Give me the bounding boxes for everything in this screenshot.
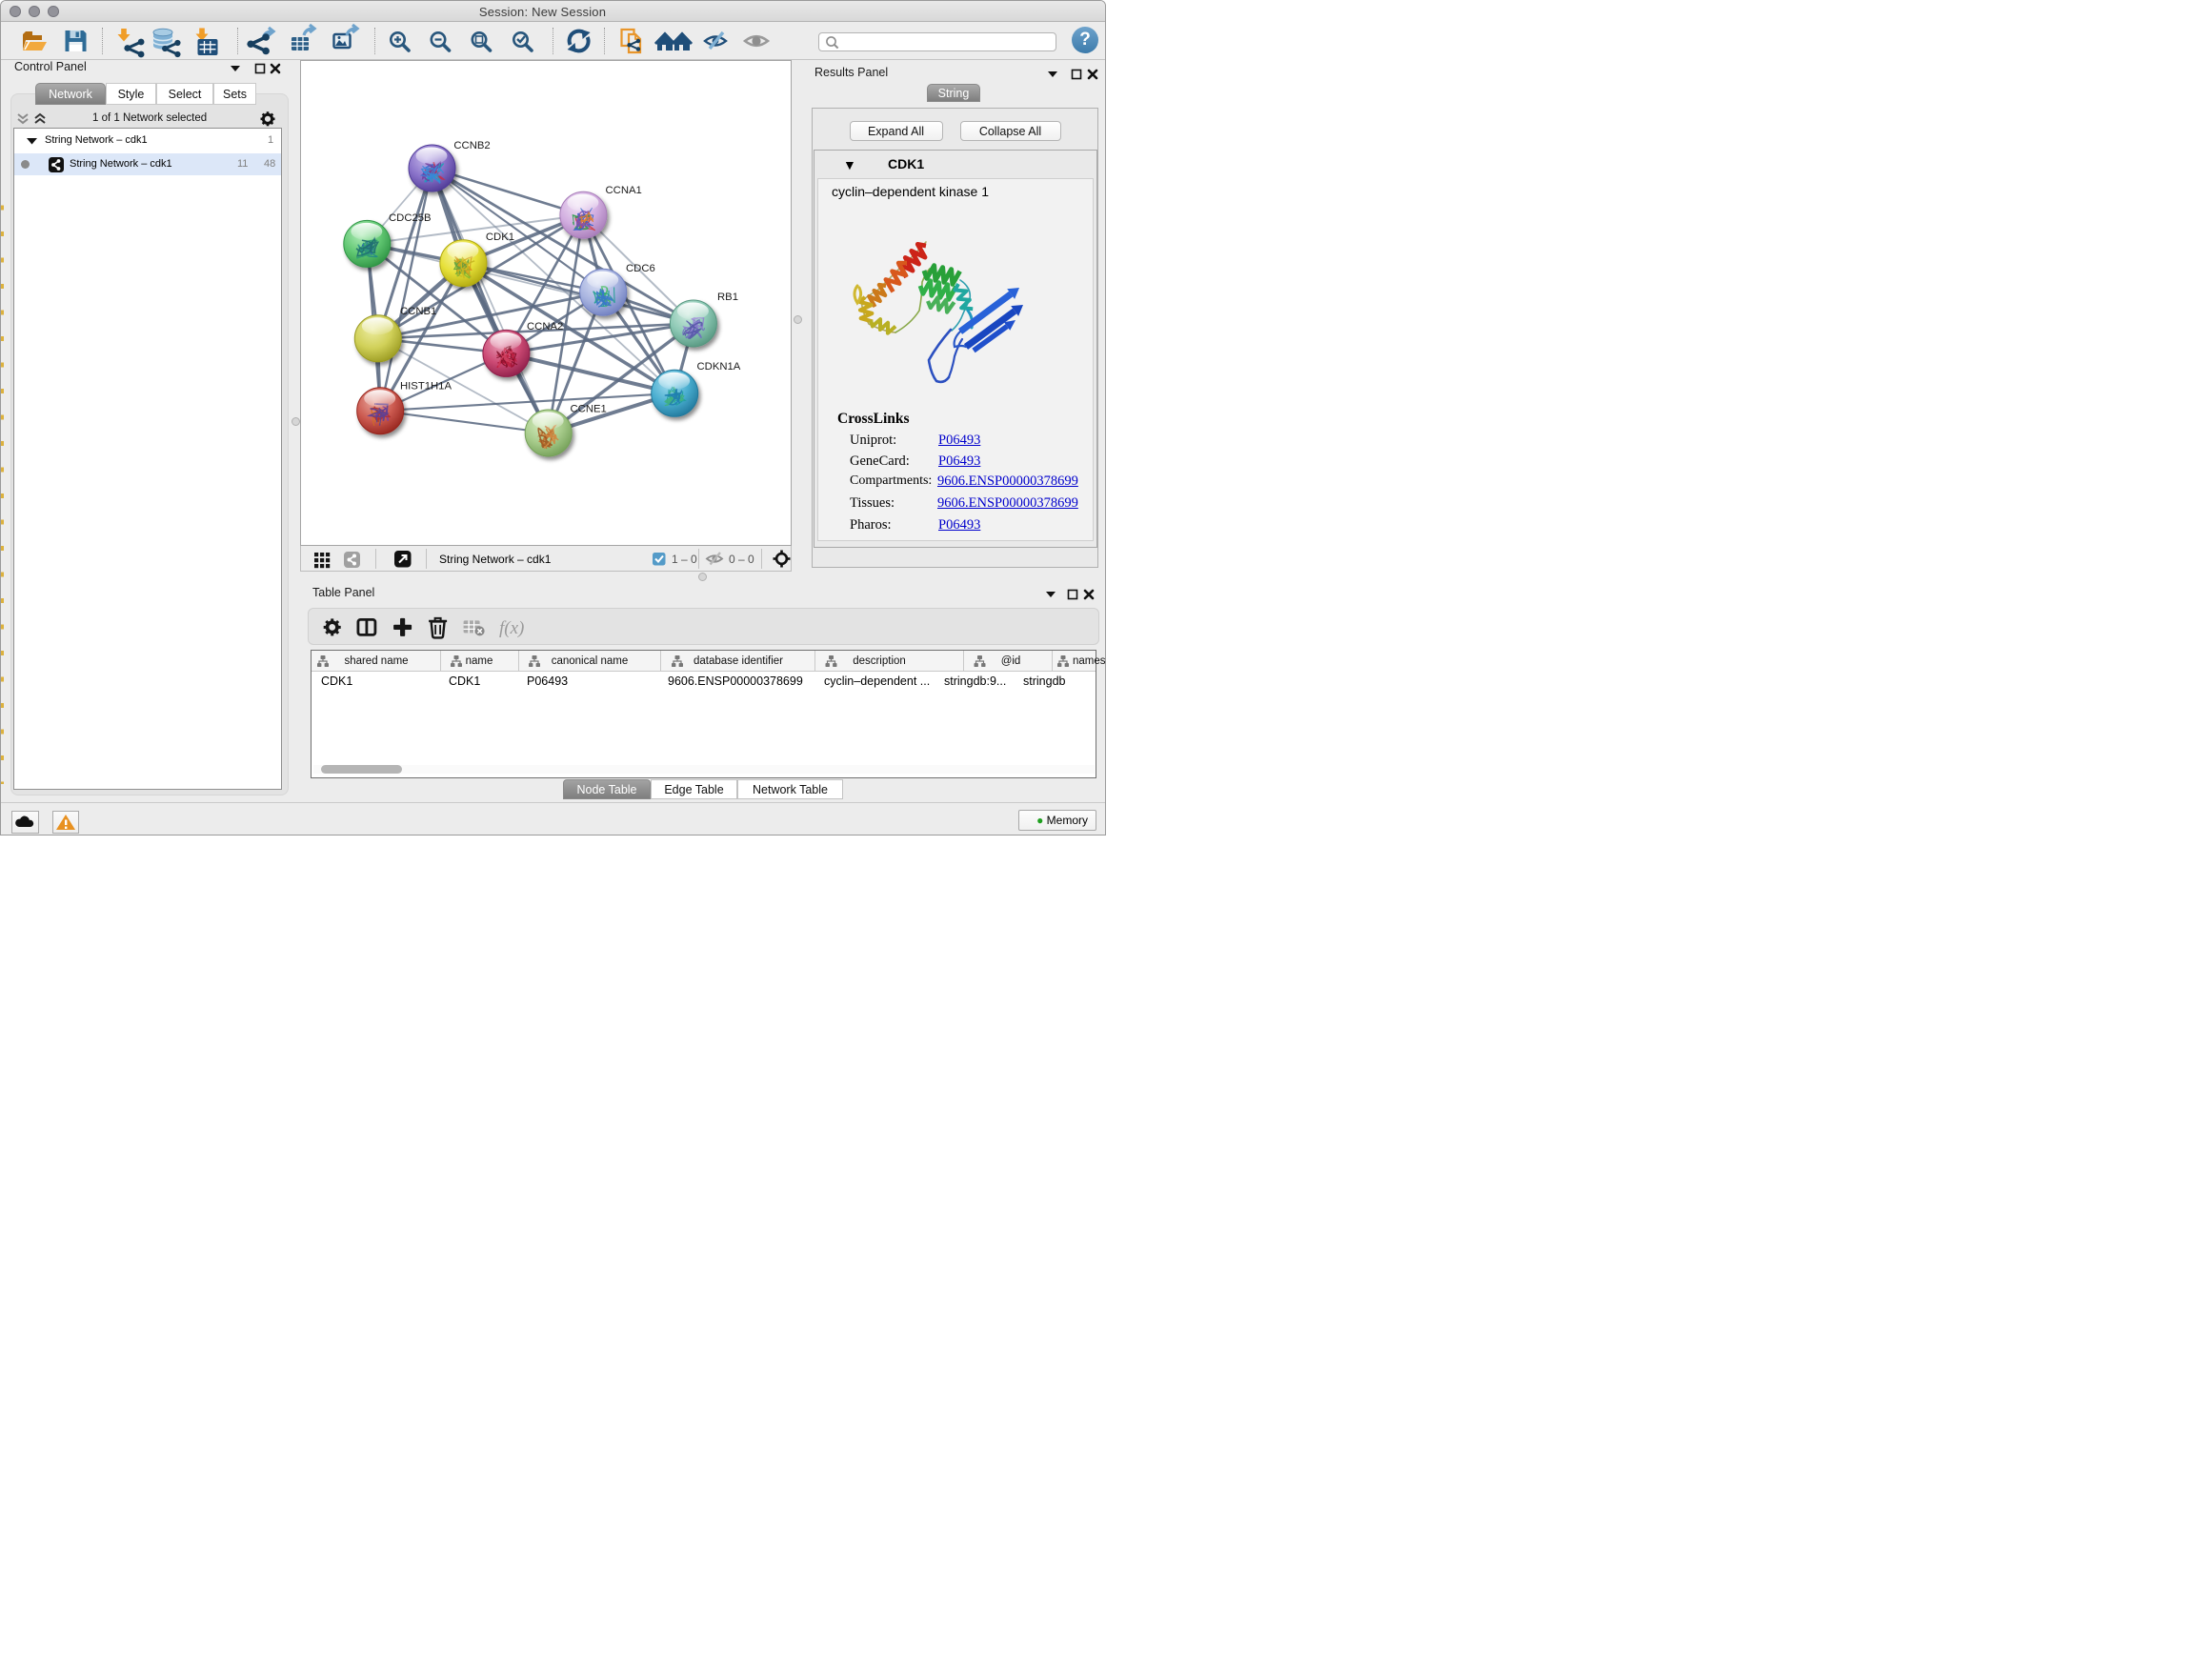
svg-text:CCNA2: CCNA2 (527, 321, 563, 332)
svg-text:HIST1H1A: HIST1H1A (400, 381, 452, 393)
svg-text:CDKN1A: CDKN1A (697, 361, 741, 372)
svg-text:CDC25B: CDC25B (389, 212, 432, 224)
svg-text:RB1: RB1 (717, 292, 738, 303)
svg-text:CCNA1: CCNA1 (606, 185, 642, 196)
svg-text:CCNB1: CCNB1 (400, 306, 436, 317)
svg-text:CCNB2: CCNB2 (453, 140, 490, 151)
svg-text:f(x): f(x) (499, 618, 524, 638)
svg-text:0 – 0: 0 – 0 (729, 553, 754, 566)
svg-text:CDK1: CDK1 (486, 232, 514, 243)
svg-text:CDC6: CDC6 (626, 263, 655, 274)
svg-text:CCNE1: CCNE1 (571, 404, 607, 415)
svg-text:1 – 0: 1 – 0 (672, 553, 697, 566)
